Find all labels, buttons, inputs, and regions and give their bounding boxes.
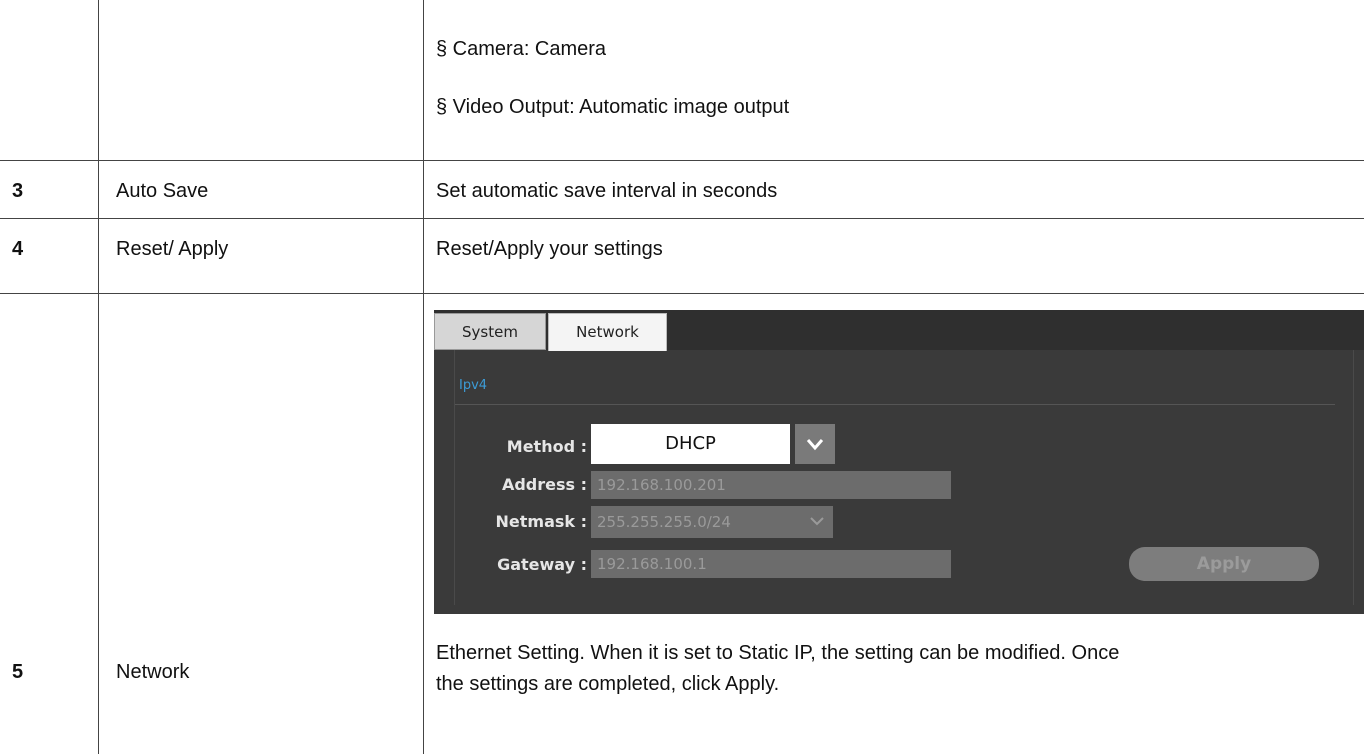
gateway-field[interactable]: 192.168.100.1 [591,550,951,578]
item-cell [99,0,424,160]
item-cell: Network [99,294,424,754]
netmask-label: Netmask : [495,512,588,531]
table-row: 3 Auto Save Set automatic save interval … [0,160,1364,218]
netmask-select[interactable]: 255.255.255.0/24 [591,506,833,538]
description-cell: Reset/Apply your settings [424,219,1364,293]
camera-line: § Camera: Camera [436,38,607,60]
method-select[interactable]: DHCP [591,424,790,464]
description-line-1: Ethernet Setting. When it is set to Stat… [436,642,1120,664]
number-cell: 3 [0,161,99,218]
netmask-value: 255.255.255.0/24 [597,513,731,531]
ipv4-settings-group: Ipv4 Method : DHCP Address : 192.168.100… [454,350,1354,605]
address-label: Address : [501,475,587,494]
number-cell [0,0,99,160]
description-line-2: the settings are completed, click Apply. [436,673,780,695]
address-field[interactable]: 192.168.100.201 [591,471,951,499]
description-cell: Set automatic save interval in seconds [424,161,1364,218]
row-number: 4 [12,238,24,260]
method-label: Method : [506,437,587,456]
method-dropdown-button[interactable] [795,424,835,464]
item-name: Auto Save [116,180,209,202]
row-number: 3 [12,180,24,202]
divider [455,404,1335,405]
chevron-down-icon [809,513,825,531]
tab-bar: System Network [434,310,1364,351]
item-name: Reset/ Apply [116,238,229,260]
description-cell: § Camera: Camera § Video Output: Automat… [424,0,1364,160]
item-cell: Auto Save [99,161,424,218]
table-row: § Camera: Camera § Video Output: Automat… [0,0,1364,160]
apply-button[interactable]: Apply [1129,547,1319,581]
number-cell: 5 [0,294,99,754]
item-description: Reset/Apply your settings [436,238,663,260]
table-row: 4 Reset/ Apply Reset/Apply your settings [0,218,1364,293]
row-number: 5 [12,661,24,683]
chevron-down-icon [806,432,824,456]
number-cell: 4 [0,219,99,293]
gateway-label: Gateway : [497,555,587,574]
item-description: Set automatic save interval in seconds [436,180,778,202]
tab-network[interactable]: Network [548,313,667,351]
network-settings-screenshot: System Network Ipv4 Method : DHCP Addres… [434,310,1364,614]
item-cell: Reset/ Apply [99,219,424,293]
video-output-line: § Video Output: Automatic image output [436,96,790,118]
tab-system[interactable]: System [434,313,546,350]
item-name: Network [116,661,190,683]
section-title: Ipv4 [459,378,488,393]
